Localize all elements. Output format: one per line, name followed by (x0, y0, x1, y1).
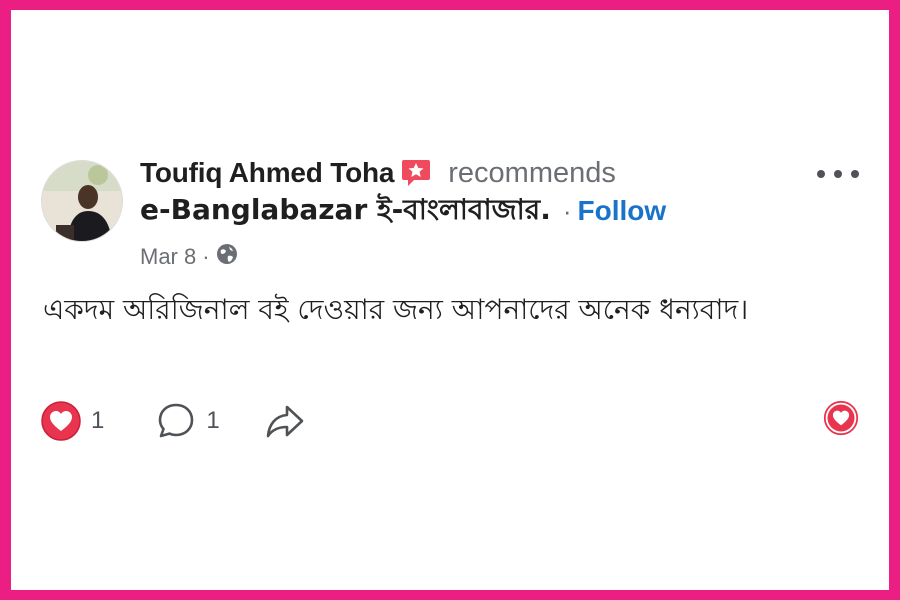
share-button[interactable] (264, 401, 306, 441)
follow-separator: · (562, 195, 572, 226)
post-meta: Mar 8 · (140, 242, 238, 272)
page-line: e-Banglabazar ই-বাংলাবাজার. · Follow (140, 193, 666, 229)
globe-icon (216, 243, 238, 271)
love-reaction-button[interactable]: 1 (41, 401, 104, 441)
comment-button[interactable]: 1 (156, 401, 220, 441)
recommend-icon (400, 158, 432, 188)
post-date[interactable]: Mar 8 (140, 244, 196, 270)
comment-icon (159, 403, 194, 438)
avatar[interactable] (41, 160, 123, 242)
share-icon (266, 405, 304, 438)
page-name[interactable]: e-Banglabazar ই-বাংলাবাজার. (140, 188, 551, 235)
review-card: Toufiq Ahmed Toha recommends e-Banglabaz… (11, 10, 889, 590)
comment-count: 1 (206, 407, 220, 434)
author-name[interactable]: Toufiq Ahmed Toha (140, 157, 394, 189)
avatar-photo (42, 161, 122, 241)
action-bar: 1 1 (41, 397, 306, 445)
post-text: একদম অরিজিনাল বই দেওয়ার জন্য আপনাদের অন… (43, 293, 749, 326)
dot (817, 170, 825, 178)
meta-separator: · (202, 244, 210, 269)
add-reaction-icon[interactable] (823, 400, 859, 436)
more-options-icon[interactable] (817, 162, 859, 186)
review-header: Toufiq Ahmed Toha recommends (140, 155, 616, 191)
dot (851, 170, 859, 178)
dot (834, 170, 842, 178)
love-count: 1 (91, 407, 105, 434)
follow-button[interactable]: Follow (578, 195, 667, 227)
recommends-label: recommends (448, 156, 616, 189)
love-icon (41, 401, 81, 441)
